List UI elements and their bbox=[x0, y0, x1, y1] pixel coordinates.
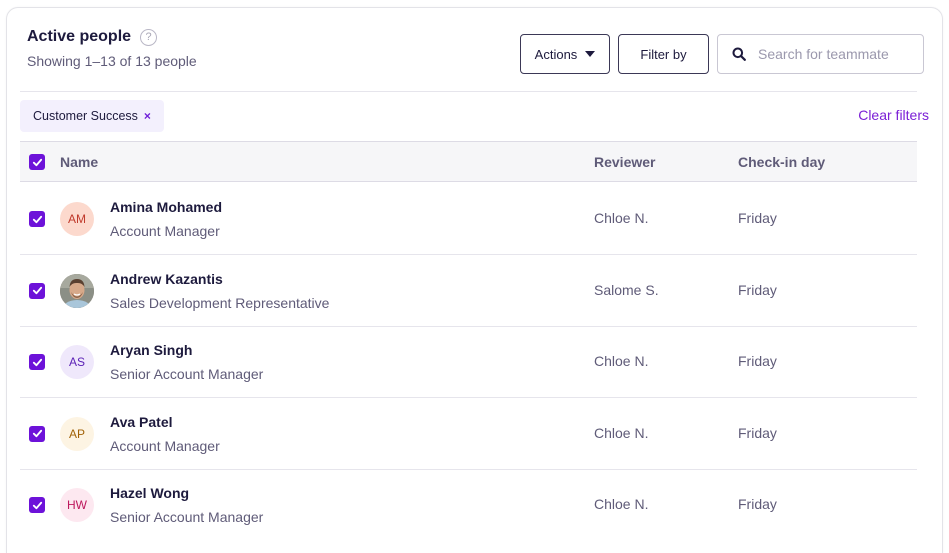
row-checkbox[interactable] bbox=[29, 354, 45, 371]
row-checkbox[interactable] bbox=[29, 497, 45, 514]
header: Active people ? bbox=[27, 28, 158, 46]
results-count: Showing 1–13 of 13 people bbox=[27, 53, 197, 69]
help-icon[interactable]: ? bbox=[140, 28, 158, 46]
reviewer: Chloe N. bbox=[594, 210, 649, 226]
page-title: Active people bbox=[27, 28, 132, 45]
avatar-initials: AP bbox=[68, 426, 85, 441]
row-checkbox[interactable] bbox=[29, 211, 45, 227]
avatar: AP bbox=[60, 416, 94, 451]
select-all-checkbox[interactable] bbox=[29, 154, 45, 170]
avatar: AS bbox=[60, 345, 94, 380]
filter-chip-label: Customer Success bbox=[33, 109, 138, 123]
avatar: AM bbox=[60, 202, 94, 236]
table-row[interactable]: HW Hazel Wong Senior Account Manager Chl… bbox=[20, 469, 917, 541]
reviewer: Chloe N. bbox=[594, 353, 649, 370]
filter-by-button[interactable]: Filter by bbox=[618, 34, 709, 74]
person-name[interactable]: Aryan Singh bbox=[110, 342, 192, 358]
row-checkbox[interactable] bbox=[29, 282, 45, 299]
avatar bbox=[60, 273, 94, 308]
table-row[interactable]: AP Ava Patel Account Manager Chloe N. Fr… bbox=[20, 398, 917, 470]
row-checkbox[interactable] bbox=[29, 425, 45, 442]
remove-filter-icon[interactable]: × bbox=[144, 109, 151, 123]
clear-filters-link[interactable]: Clear filters bbox=[858, 107, 929, 123]
check-in-day: Friday bbox=[738, 210, 777, 226]
divider bbox=[20, 91, 917, 92]
avatar: HW bbox=[60, 488, 94, 523]
table-header: Name Reviewer Check-in day bbox=[20, 141, 917, 182]
checkmark-icon bbox=[32, 430, 42, 438]
actions-button[interactable]: Actions bbox=[520, 34, 610, 74]
person-name[interactable]: Ava Patel bbox=[110, 414, 173, 430]
table-row[interactable]: Andrew Kazantis Sales Development Repres… bbox=[20, 255, 917, 327]
checkmark-icon bbox=[32, 358, 42, 366]
person-name[interactable]: Andrew Kazantis bbox=[110, 271, 223, 287]
person-role: Senior Account Manager bbox=[110, 509, 264, 526]
column-header-reviewer[interactable]: Reviewer bbox=[594, 154, 655, 170]
reviewer: Salome S. bbox=[594, 281, 659, 298]
filter-chip-customer-success[interactable]: Customer Success × bbox=[20, 100, 164, 132]
actions-label: Actions bbox=[534, 46, 578, 62]
person-role: Account Manager bbox=[110, 223, 220, 239]
reviewer: Chloe N. bbox=[594, 424, 649, 441]
column-header-check-in-day[interactable]: Check-in day bbox=[738, 154, 825, 170]
caret-down-icon bbox=[585, 51, 596, 57]
table-row[interactable]: AS Aryan Singh Senior Account Manager Ch… bbox=[20, 326, 917, 399]
avatar-initials: AM bbox=[68, 212, 86, 226]
person-name[interactable]: Amina Mohamed bbox=[110, 199, 222, 215]
table-row[interactable]: AM Amina Mohamed Account Manager Chloe N… bbox=[20, 183, 917, 255]
avatar-initials: AS bbox=[68, 355, 85, 370]
checkmark-icon bbox=[32, 158, 42, 166]
search-input[interactable] bbox=[758, 46, 918, 62]
column-header-name[interactable]: Name bbox=[60, 154, 98, 170]
person-role: Account Manager bbox=[110, 437, 220, 454]
avatar-photo bbox=[60, 273, 94, 308]
search-box[interactable] bbox=[717, 34, 924, 74]
checkmark-icon bbox=[32, 215, 42, 223]
checkmark-icon bbox=[32, 286, 42, 295]
check-in-day: Friday bbox=[738, 353, 777, 370]
search-icon bbox=[732, 47, 746, 61]
check-in-day: Friday bbox=[738, 281, 777, 298]
person-name[interactable]: Hazel Wong bbox=[110, 485, 189, 501]
person-role: Sales Development Representative bbox=[110, 294, 330, 311]
person-role: Senior Account Manager bbox=[110, 366, 264, 383]
reviewer: Chloe N. bbox=[594, 496, 649, 513]
check-in-day: Friday bbox=[738, 424, 777, 441]
check-in-day: Friday bbox=[738, 496, 777, 513]
checkmark-icon bbox=[32, 501, 42, 510]
avatar-initials: HW bbox=[67, 498, 87, 513]
filter-by-label: Filter by bbox=[640, 46, 687, 62]
